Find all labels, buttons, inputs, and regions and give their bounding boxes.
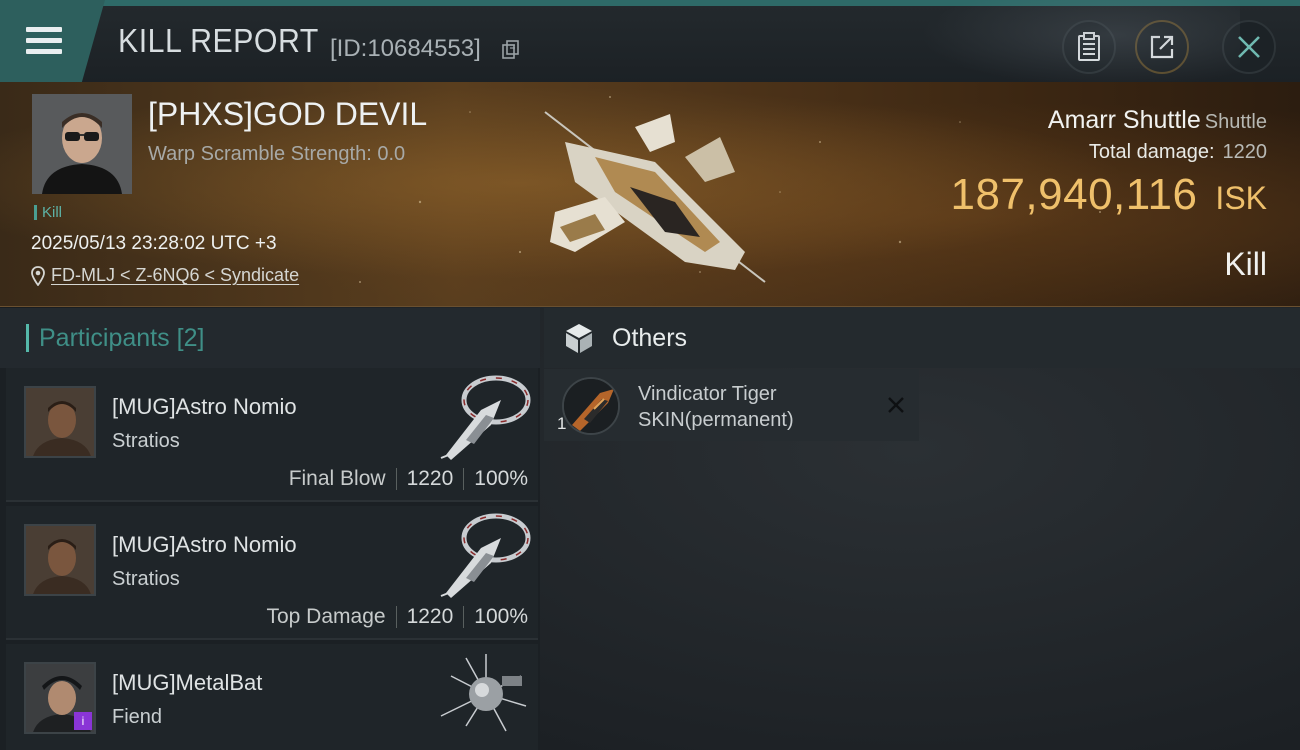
isk-unit: ISK xyxy=(1215,180,1267,216)
participant-tag: Final Blow xyxy=(288,467,386,490)
participant-ship: Fiend xyxy=(112,706,163,728)
pilot-avatar-icon xyxy=(26,526,94,594)
participants-header: Participants [2] xyxy=(0,308,540,368)
participant-avatar[interactable]: i xyxy=(24,662,96,734)
close-button[interactable] xyxy=(1222,20,1276,74)
isk-value: 187,940,116 ISK xyxy=(951,170,1268,220)
ship-skin-icon xyxy=(564,379,618,433)
participant-stats: Final Blow 1220 100% xyxy=(289,467,528,491)
others-label: Others xyxy=(612,323,688,352)
stats-divider xyxy=(395,606,397,628)
top-bar: KILL REPORT [ID:10684553] xyxy=(0,0,1300,88)
item-thumbnail xyxy=(562,377,620,435)
menu-button[interactable] xyxy=(0,0,105,82)
location-pin-icon xyxy=(31,265,45,286)
participant-ship-image[interactable] xyxy=(426,646,536,738)
total-damage: Total damage: 1220 xyxy=(1089,141,1267,164)
total-damage-label: Total damage: xyxy=(1088,141,1215,163)
pilot-avatar-icon xyxy=(26,388,94,456)
participant-ship: Stratios xyxy=(112,430,180,452)
others-header: Others xyxy=(544,308,1300,368)
stats-divider xyxy=(463,606,465,628)
victim-ship-name: Amarr Shuttle xyxy=(1047,106,1201,134)
share-icon xyxy=(1150,35,1174,59)
participant-ship: Stratios xyxy=(112,568,180,590)
participant-row[interactable]: [MUG]Astro Nomio Stratios Top Damage 122… xyxy=(6,506,538,640)
page-title: KILL REPORT xyxy=(118,22,319,59)
close-icon[interactable] xyxy=(886,395,906,415)
report-id: [ID:10684553] xyxy=(330,35,481,62)
kill-status-tag: Kill xyxy=(34,205,62,220)
participant-damage: 1220 xyxy=(406,467,454,490)
victim-summary: [PHXS]GOD DEVIL Warp Scramble Strength: … xyxy=(0,82,1300,307)
participant-avatar[interactable] xyxy=(24,386,96,458)
cube-icon xyxy=(566,324,592,353)
kill-location-link[interactable]: FD-MLJ < Z-6NQ6 < Syndicate xyxy=(31,265,299,286)
victim-portrait[interactable] xyxy=(32,94,132,194)
victim-name[interactable]: [PHXS]GOD DEVIL xyxy=(148,96,427,133)
total-damage-value: 1220 xyxy=(1222,141,1268,163)
kill-timestamp: 2025/05/13 23:28:02 UTC +3 xyxy=(31,233,277,254)
warp-scramble-strength: Warp Scramble Strength: 0.0 xyxy=(148,143,406,165)
participant-percent: 100% xyxy=(474,467,528,490)
participant-row[interactable]: [MUG]Astro Nomio Stratios Final Blow 122… xyxy=(6,368,538,502)
participant-row[interactable]: i [MUG]MetalBat Fiend xyxy=(6,644,538,750)
copy-icon[interactable] xyxy=(502,40,520,60)
victim-ship-class: Shuttle xyxy=(1204,111,1267,133)
participant-name[interactable]: [MUG]Astro Nomio xyxy=(112,532,297,558)
participant-name[interactable]: [MUG]MetalBat xyxy=(112,670,262,696)
participants-label: Participants xyxy=(39,323,170,352)
others-item[interactable]: 1 Vindicator Tiger SKIN(permanent) xyxy=(544,369,919,441)
participant-ship-image[interactable] xyxy=(426,370,536,462)
participant-percent: 100% xyxy=(474,605,528,628)
info-badge: i xyxy=(74,712,92,730)
participant-tag: Top Damage xyxy=(266,605,386,628)
stats-divider xyxy=(463,468,465,490)
kill-type: Kill xyxy=(1224,246,1267,282)
hamburger-icon xyxy=(26,27,62,55)
header-accent-bar xyxy=(26,324,29,352)
clipboard-button[interactable] xyxy=(1062,20,1116,74)
item-quantity: 1 xyxy=(557,414,567,433)
isk-amount: 187,940,116 xyxy=(950,170,1198,219)
item-name: Vindicator Tiger SKIN(permanent) xyxy=(638,383,794,431)
stats-divider xyxy=(395,468,397,490)
participant-ship-image[interactable] xyxy=(426,508,536,600)
victim-ship[interactable]: Amarr Shuttle Shuttle xyxy=(1048,106,1267,135)
participant-avatar[interactable] xyxy=(24,524,96,596)
clipboard-icon xyxy=(1078,32,1100,61)
victim-ship-image xyxy=(544,111,766,283)
participant-stats: Top Damage 1220 100% xyxy=(266,605,528,629)
pilot-avatar-icon xyxy=(32,94,132,194)
share-button[interactable] xyxy=(1135,20,1189,74)
close-icon xyxy=(1238,36,1260,58)
participant-damage: 1220 xyxy=(406,605,454,628)
participant-name[interactable]: [MUG]Astro Nomio xyxy=(112,394,297,420)
participants-count: [2] xyxy=(176,323,205,352)
participants-panel: Participants [2] [MUG]Astro Nomio Strati… xyxy=(0,308,540,750)
location-text: FD-MLJ < Z-6NQ6 < Syndicate xyxy=(51,265,300,285)
